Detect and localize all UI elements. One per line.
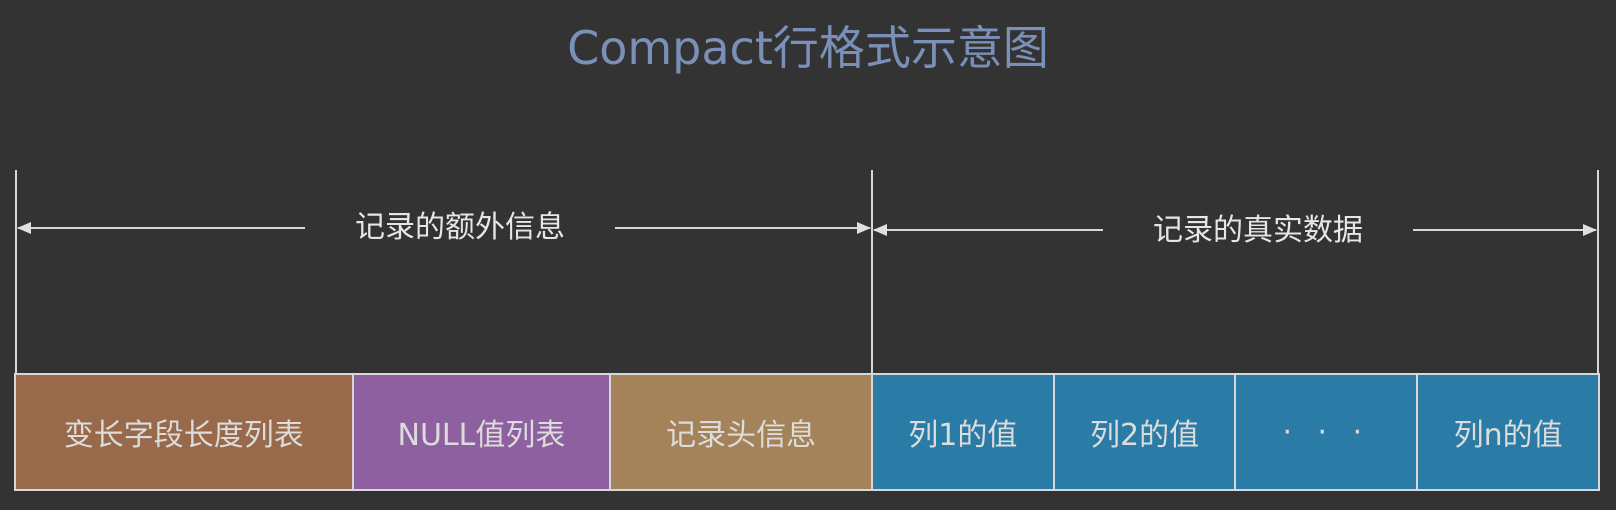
real-data-label: 记录的真实数据	[1103, 211, 1413, 251]
column-n-value: 列n的值	[1416, 373, 1600, 491]
extra-info-label: 记录的额外信息	[305, 208, 615, 248]
column-1-value: 列1的值	[870, 373, 1055, 491]
column-ellipsis: · · ·	[1234, 373, 1419, 491]
column-2-value: 列2的值	[1052, 373, 1237, 491]
null-value-list: NULL值列表	[351, 373, 612, 491]
record-header-info: 记录头信息	[609, 373, 873, 491]
compact-row-record: 变长字段长度列表 NULL值列表 记录头信息 列1的值 列2的值 · · · 列…	[14, 373, 1600, 491]
variable-length-field-list: 变长字段长度列表	[14, 373, 354, 491]
